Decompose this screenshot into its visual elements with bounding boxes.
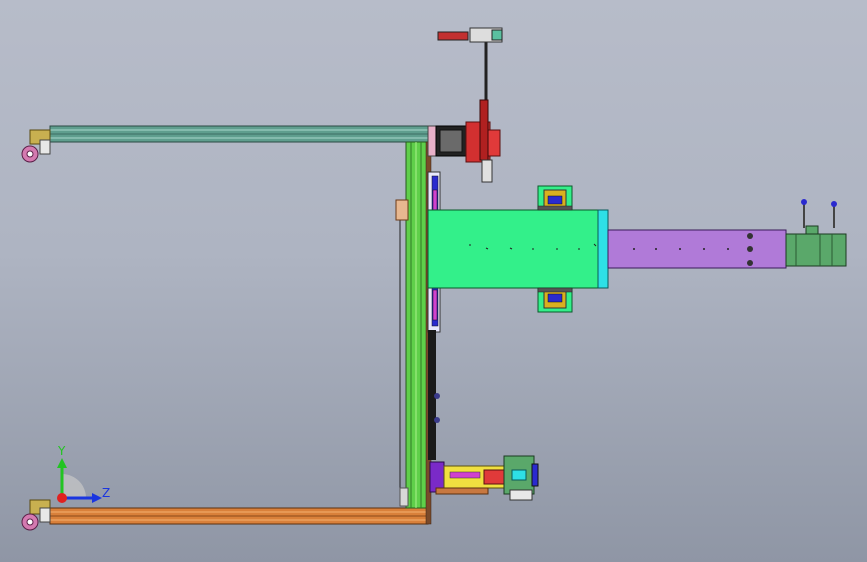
lower-clamp[interactable] xyxy=(537,287,573,313)
purple-shaft[interactable] xyxy=(607,229,787,269)
upper-clamp[interactable] xyxy=(537,185,573,211)
cyan-flange-plate[interactable] xyxy=(597,209,609,289)
top-rail[interactable] xyxy=(49,125,429,143)
cad-model[interactable] xyxy=(0,0,867,562)
servo-motor[interactable] xyxy=(785,199,847,267)
top-drive-assembly[interactable] xyxy=(427,27,503,183)
bottom-actuator[interactable] xyxy=(429,455,539,501)
coordinate-triad-icon xyxy=(57,458,102,503)
vertical-rail[interactable] xyxy=(395,141,432,525)
central-carriage-block[interactable] xyxy=(427,209,599,289)
bottom-rail[interactable] xyxy=(49,507,429,525)
triad-z-label: Z xyxy=(102,486,111,500)
caster-wheel-icon xyxy=(21,499,51,531)
triad-y-label: Y xyxy=(58,444,66,458)
caster-wheel-icon xyxy=(21,129,51,163)
cad-viewport[interactable]: Y Z xyxy=(0,0,867,562)
